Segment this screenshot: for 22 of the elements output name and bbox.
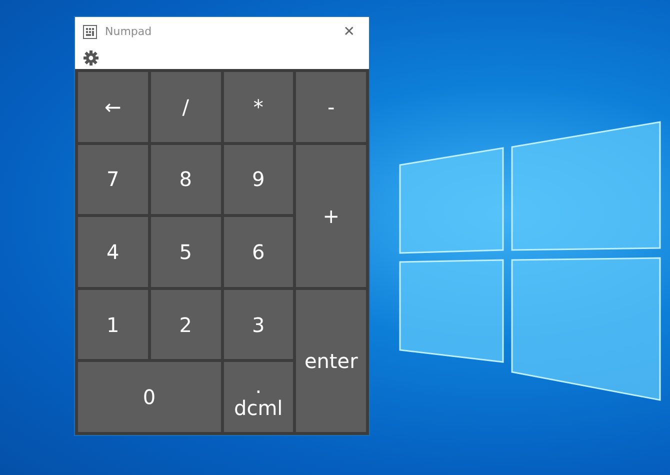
key-button[interactable]: . dcml [224, 362, 294, 432]
key-button[interactable]: 9 [224, 144, 294, 214]
key-button[interactable]: 6 [224, 217, 294, 287]
key-button[interactable]: - [296, 72, 366, 142]
key-button[interactable]: 8 [150, 144, 220, 214]
key-button[interactable]: 7 [78, 144, 148, 214]
settings-icon [83, 50, 99, 66]
key-button[interactable]: 2 [150, 290, 220, 360]
key-button[interactable]: enter [296, 290, 366, 432]
key-button[interactable]: 3 [224, 290, 294, 360]
key-button[interactable]: 4 [78, 217, 148, 287]
key-button[interactable]: / [150, 72, 220, 142]
key-button[interactable]: ← [78, 72, 148, 142]
settings-button[interactable] [83, 50, 99, 66]
keypad-icon [83, 25, 97, 39]
close-button[interactable]: ✕ [337, 25, 361, 39]
key-button[interactable]: 0 [78, 362, 220, 432]
window-title: Numpad [105, 24, 153, 40]
key-button[interactable]: 1 [78, 290, 148, 360]
key-button[interactable]: * [224, 72, 294, 142]
key-button[interactable]: 5 [150, 217, 220, 287]
key-button[interactable]: + [296, 144, 366, 287]
